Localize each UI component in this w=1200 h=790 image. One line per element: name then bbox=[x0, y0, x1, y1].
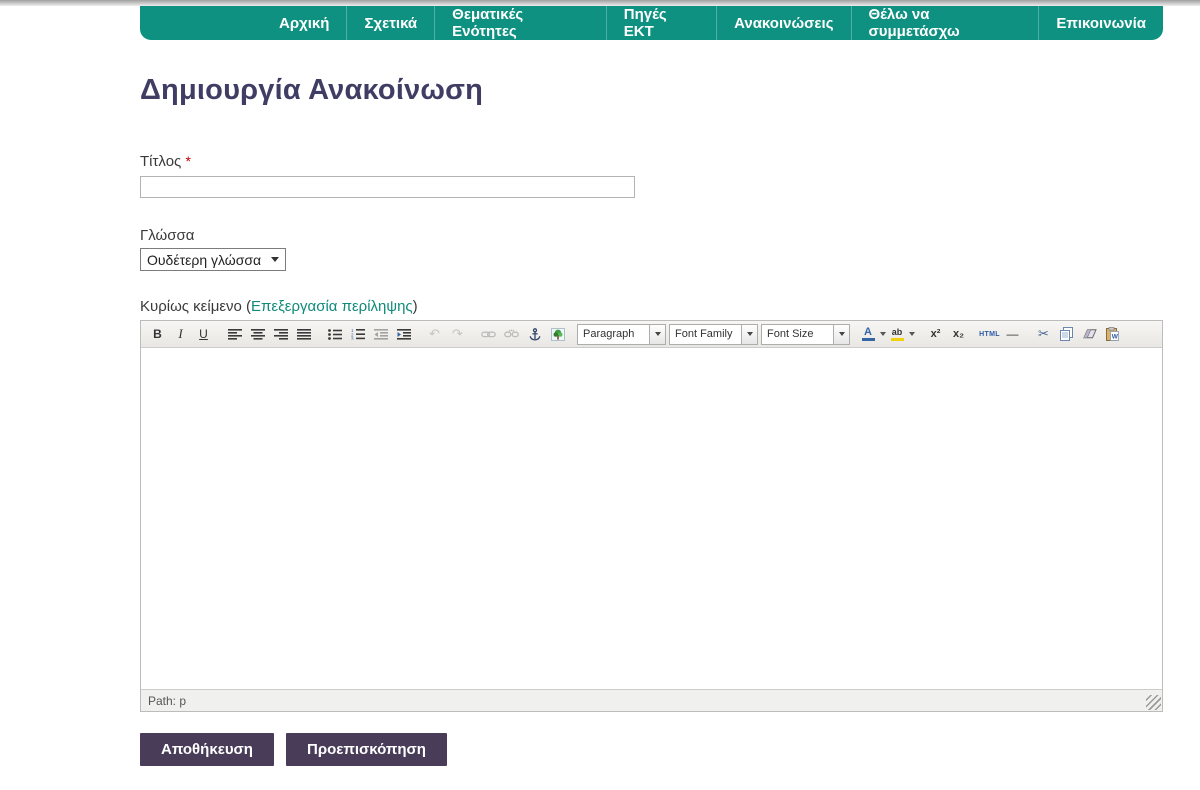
svg-text:W: W bbox=[1112, 334, 1119, 341]
body-label-text: Κυρίως κείμενο bbox=[140, 298, 242, 315]
align-center-icon[interactable] bbox=[246, 324, 269, 345]
horizontal-rule-icon[interactable]: — bbox=[1001, 324, 1024, 345]
highlight-color-arrow[interactable] bbox=[907, 324, 916, 345]
page-title: Δημιουργία Ανακοίνωση bbox=[140, 74, 483, 107]
image-icon[interactable] bbox=[546, 324, 569, 345]
svg-text:3: 3 bbox=[351, 337, 354, 340]
chevron-down-icon bbox=[839, 332, 845, 336]
text-color-bar bbox=[862, 338, 875, 341]
numbered-list-icon[interactable]: 123 bbox=[346, 324, 369, 345]
language-select[interactable]: Ουδέτερη γλώσσα bbox=[140, 248, 286, 271]
redo-icon: ↷ bbox=[446, 324, 469, 345]
main-nav: Αρχική Σχετικά Θεματικές Ενότητες Πηγές … bbox=[140, 6, 1163, 40]
rich-text-editor: B I U 123 bbox=[140, 320, 1163, 712]
highlight-color-bar bbox=[891, 338, 904, 341]
required-asterisk: * bbox=[185, 153, 190, 169]
cut-icon[interactable]: ✂ bbox=[1032, 324, 1055, 345]
indent-icon[interactable] bbox=[392, 324, 415, 345]
highlight-color-button[interactable]: ab bbox=[887, 324, 916, 345]
nav-item-contact[interactable]: Επικοινωνία bbox=[1039, 6, 1163, 40]
chevron-down-icon bbox=[655, 332, 661, 336]
format-select[interactable]: Paragraph bbox=[577, 324, 666, 345]
title-input[interactable] bbox=[140, 176, 635, 198]
nav-item-participate[interactable]: Θέλω να συμμετάσχω bbox=[852, 6, 1040, 40]
align-right-icon[interactable] bbox=[269, 324, 292, 345]
text-color-arrow[interactable] bbox=[878, 324, 887, 345]
font-family-select-value: Font Family bbox=[670, 325, 741, 344]
undo-icon: ↶ bbox=[423, 324, 446, 345]
html-source-icon[interactable]: HTML bbox=[978, 324, 1001, 345]
nav-item-thematic-sections[interactable]: Θεματικές Ενότητες bbox=[435, 6, 607, 40]
page: Αρχική Σχετικά Θεματικές Ενότητες Πηγές … bbox=[0, 0, 1200, 790]
text-color-glyph: A bbox=[864, 327, 872, 337]
align-left-icon[interactable] bbox=[223, 324, 246, 345]
editor-statusbar: Path: p bbox=[141, 689, 1162, 711]
chevron-down-icon bbox=[909, 332, 915, 336]
highlight-color-glyph: ab bbox=[892, 328, 903, 337]
outdent-icon bbox=[369, 324, 392, 345]
underline-icon[interactable]: U bbox=[192, 324, 215, 345]
format-select-value: Paragraph bbox=[578, 325, 649, 344]
font-family-select-arrow[interactable] bbox=[741, 325, 757, 344]
form-actions: Αποθήκευση Προεπισκόπηση bbox=[140, 733, 447, 766]
nav-item-about[interactable]: Σχετικά bbox=[347, 6, 435, 40]
bold-icon[interactable]: B bbox=[146, 324, 169, 345]
chevron-down-icon bbox=[747, 332, 753, 336]
font-size-select-arrow[interactable] bbox=[833, 325, 849, 344]
paste-from-word-icon[interactable]: W bbox=[1101, 324, 1124, 345]
font-size-select-value: Font Size bbox=[762, 325, 833, 344]
font-family-select[interactable]: Font Family bbox=[669, 324, 758, 345]
edit-summary-link[interactable]: Επεξεργασία περίληψης bbox=[251, 298, 413, 315]
remove-format-icon[interactable] bbox=[1078, 324, 1101, 345]
nav-item-ekt-sources[interactable]: Πηγές ΕΚΤ bbox=[607, 6, 717, 40]
superscript-icon[interactable]: x² bbox=[924, 324, 947, 345]
editor-content-area[interactable] bbox=[141, 348, 1162, 689]
copy-icon[interactable] bbox=[1055, 324, 1078, 345]
title-field-label: Τίτλος * bbox=[140, 153, 191, 170]
align-justify-icon[interactable] bbox=[292, 324, 315, 345]
bullet-list-icon[interactable] bbox=[323, 324, 346, 345]
text-color-button[interactable]: A bbox=[858, 324, 887, 345]
language-select-value: Ουδέτερη γλώσσα bbox=[147, 252, 271, 268]
anchor-icon[interactable] bbox=[523, 324, 546, 345]
preview-button[interactable]: Προεπισκόπηση bbox=[286, 733, 447, 766]
font-size-select[interactable]: Font Size bbox=[761, 324, 850, 345]
highlight-color-icon: ab bbox=[887, 324, 907, 345]
editor-toolbar: B I U 123 bbox=[141, 321, 1162, 348]
editor-path-label: Path: p bbox=[148, 694, 186, 708]
save-button[interactable]: Αποθήκευση bbox=[140, 733, 274, 766]
format-select-arrow[interactable] bbox=[649, 325, 665, 344]
unlink-icon bbox=[500, 324, 523, 345]
italic-icon[interactable]: I bbox=[169, 324, 192, 345]
nav-item-announcements[interactable]: Ανακοινώσεις bbox=[717, 6, 851, 40]
nav-item-home[interactable]: Αρχική bbox=[262, 6, 347, 40]
title-label-text: Τίτλος bbox=[140, 153, 181, 170]
subscript-icon[interactable]: x₂ bbox=[947, 324, 970, 345]
language-field-label: Γλώσσα bbox=[140, 227, 194, 244]
editor-resize-handle[interactable] bbox=[1146, 695, 1161, 710]
text-color-icon: A bbox=[858, 324, 878, 345]
link-icon bbox=[477, 324, 500, 345]
chevron-down-icon bbox=[880, 332, 886, 336]
paren-close: ) bbox=[413, 298, 418, 315]
body-field-label: Κυρίως κείμενο (Επεξεργασία περίληψης) bbox=[140, 298, 418, 315]
chevron-down-icon bbox=[271, 257, 279, 262]
